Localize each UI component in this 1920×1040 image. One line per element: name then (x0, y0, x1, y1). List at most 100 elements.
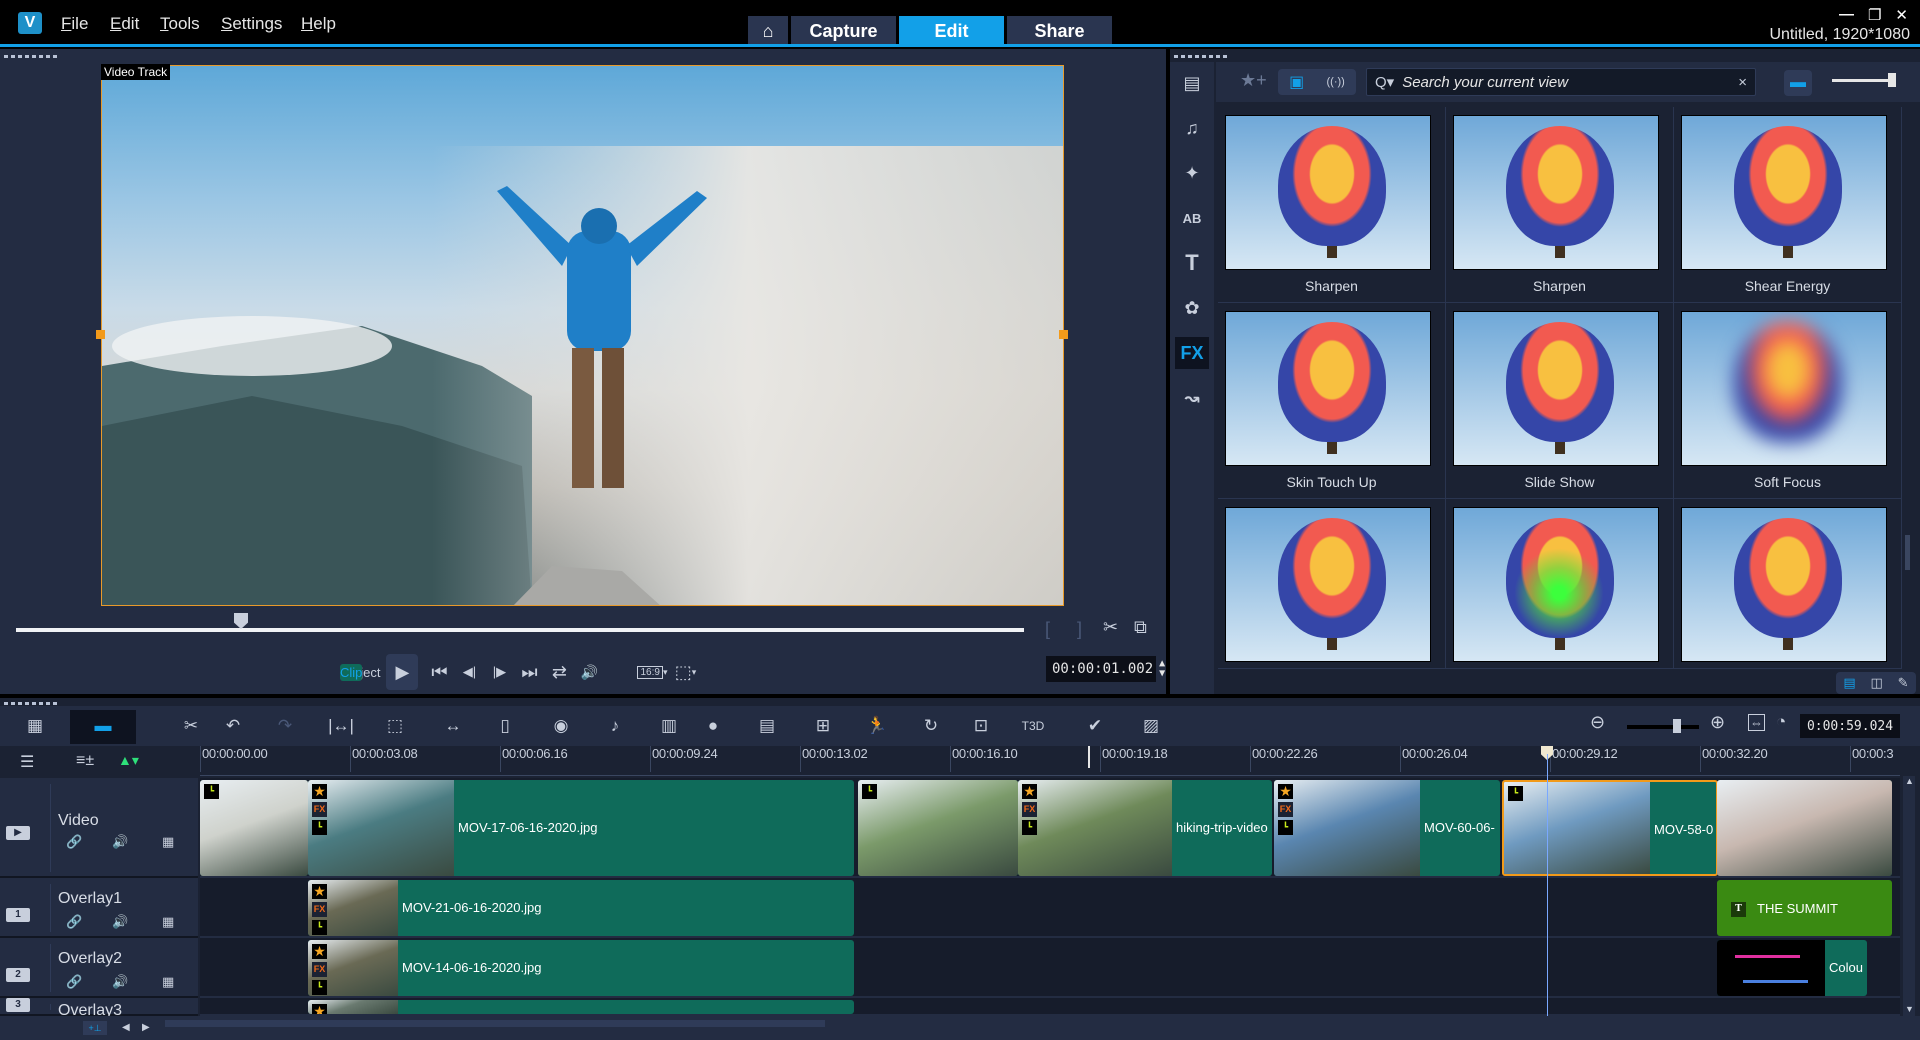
library-view-icon[interactable]: ▤ (1843, 675, 1855, 691)
snapshot-icon[interactable]: ⧉ (1134, 617, 1147, 638)
repeat-button[interactable]: ⇄ (544, 657, 574, 687)
scroll-right-button[interactable]: ▶ (142, 1022, 150, 1033)
add-track-button[interactable]: +⊥ (83, 1021, 107, 1035)
clip-mode-label[interactable]: Clip (340, 663, 363, 681)
zoom-in-icon[interactable]: ⊕ (1710, 712, 1725, 733)
preview-timecode[interactable]: 00:00:01.002 ▲ ▼ (1046, 656, 1165, 682)
library-item[interactable]: Sharpen (1218, 107, 1446, 303)
timeline-clip[interactable]: ┗ hi (858, 780, 1018, 876)
rotate-icon[interactable]: ↻ (916, 712, 946, 740)
crop-dropdown[interactable]: ⬚ ▾ (670, 657, 700, 687)
clear-search-icon[interactable]: × (1738, 74, 1747, 91)
record-icon[interactable]: ◉ (546, 712, 576, 740)
menu-help[interactable]: Help (301, 14, 336, 34)
instant-project-icon[interactable]: ✦ (1175, 157, 1209, 189)
library-item[interactable]: Shear Energy (1674, 107, 1902, 303)
undo-icon[interactable]: ↶ (218, 712, 248, 740)
timeline-clip[interactable]: ★ FX ┗ hiking-trip-video (1018, 780, 1272, 876)
thumbnail-size-slider[interactable] (1832, 79, 1896, 82)
timeline-clip[interactable] (1717, 780, 1892, 876)
split-icon[interactable]: ↔ (438, 712, 468, 740)
scroll-up-icon[interactable]: ▲ (1905, 776, 1914, 786)
media-icon[interactable]: ▤ (1175, 67, 1209, 99)
library-item[interactable] (1674, 499, 1902, 669)
search-input[interactable]: Q▾ Search your current view × (1366, 68, 1756, 96)
timeline-clip[interactable]: ★ FX ┗ MOV-60-06- (1274, 780, 1500, 876)
video-filter-icon[interactable]: ▣ (1289, 72, 1304, 92)
add-remove-chapter-icon[interactable]: ≡± (76, 752, 94, 770)
library-item[interactable]: Skin Touch Up (1218, 303, 1446, 499)
timeline-clip[interactable]: ┗ (200, 780, 308, 876)
add-favorite-icon[interactable]: ★+ (1240, 70, 1267, 91)
panel-grip[interactable] (1174, 55, 1227, 59)
fit-project-icon[interactable]: ⇔ (1748, 714, 1765, 731)
play-button[interactable]: ▶ (386, 654, 419, 690)
subtitle-icon[interactable]: ▤ (752, 712, 782, 740)
go-to-start-button[interactable]: ⏮ (424, 657, 454, 687)
playhead[interactable] (1547, 754, 1548, 1016)
timeline-vertical-scrollbar[interactable] (1903, 776, 1915, 1016)
timeline-zoom-knob[interactable] (1673, 719, 1681, 733)
split-clip-icon[interactable]: ✂ (1103, 617, 1118, 638)
previous-frame-button[interactable]: ◀| (454, 657, 484, 687)
track-row-overlay1[interactable]: ★ FX ┗ MOV-21-06-16-2020.jpg T THE SUMMIT (200, 878, 1900, 938)
video-preview[interactable] (101, 65, 1064, 606)
transition-icon[interactable]: AB (1175, 202, 1209, 234)
transparency-icon[interactable]: ▦ (162, 834, 174, 850)
timeline-zoom-slider[interactable] (1627, 725, 1699, 729)
audio-mixer-icon[interactable]: ♪ (600, 712, 630, 740)
tab-home[interactable]: ⌂ (748, 16, 788, 46)
timeline-clip[interactable]: ┗ MOV-58-0 (1502, 780, 1718, 876)
mark-in-button[interactable]: [ (1045, 619, 1050, 640)
tab-edit[interactable]: Edit (899, 16, 1004, 46)
title-clip[interactable]: T THE SUMMIT (1717, 880, 1892, 936)
library-item[interactable]: Sharpen (1446, 107, 1674, 303)
track-header-overlay2[interactable]: 2 Overlay2 🔗 🔊 ▦ (0, 938, 198, 998)
track-icon[interactable]: ⊡ (966, 712, 996, 740)
split-screen-icon[interactable]: ⊞ (808, 712, 838, 740)
timecode-stepper-icon[interactable]: ▲ ▼ (1159, 659, 1165, 679)
resize-icon[interactable]: ⬚ (380, 712, 410, 740)
library-item[interactable]: Soft Focus (1674, 303, 1902, 499)
redo-icon[interactable]: ↷ (270, 712, 300, 740)
storyboard-view-icon[interactable]: ▦ (20, 712, 50, 740)
mute-icon[interactable]: 🔊 (112, 834, 128, 850)
mark-out-button[interactable]: ] (1077, 619, 1082, 640)
menu-edit[interactable]: Edit (110, 14, 139, 34)
project-clip-toggle[interactable]: Project Clip (340, 663, 380, 681)
track-row-overlay3[interactable]: ★ (200, 998, 1900, 1016)
timeline-horizontal-scrollbar[interactable] (165, 1020, 825, 1027)
library-item[interactable]: Slide Show (1446, 303, 1674, 499)
path-icon[interactable]: ↝ (1175, 382, 1209, 414)
timeline-clip[interactable]: ★ (308, 1000, 854, 1014)
scroll-left-button[interactable]: ◀ (122, 1022, 130, 1033)
panel-grip[interactable] (4, 55, 57, 59)
graphics-icon[interactable]: ✿ (1175, 292, 1209, 324)
tab-capture[interactable]: Capture (791, 16, 896, 46)
mute-icon[interactable]: 🔊 (112, 914, 128, 930)
minimize-button[interactable]: — (1839, 6, 1854, 24)
timeline-clip[interactable]: ★ FX ┗ MOV-21-06-16-2020.jpg (308, 880, 854, 936)
timeline-clip[interactable]: ★ FX ┗ MOV-17-06-16-2020.jpg (308, 780, 854, 876)
multicam-icon[interactable]: ▥ (654, 712, 684, 740)
audio-filter-icon[interactable]: ((·)) (1327, 76, 1345, 88)
close-button[interactable]: ✕ (1895, 6, 1908, 24)
track-row-video[interactable]: ┗ ★FX┗ MOV-17-06-16-2020.jpg┗ hi★FX┗ hik… (200, 778, 1900, 878)
timeline-view-icon[interactable]: ▬ (88, 712, 118, 740)
chapter-marker-dropdown[interactable]: ▲▾ (118, 752, 139, 769)
motion-icon[interactable]: 🏃 (862, 712, 892, 740)
track-manager-icon[interactable]: ☰ (20, 752, 34, 772)
fx-icon[interactable]: FX (1175, 337, 1209, 369)
audio-icon[interactable]: ♫ (1175, 112, 1209, 144)
resize-handle-right[interactable] (1059, 330, 1068, 339)
timeline-ruler[interactable] (200, 746, 1900, 776)
library-scrollbar[interactable] (1905, 535, 1910, 570)
graphic-clip[interactable]: Colou (1717, 940, 1867, 996)
transparency-icon[interactable]: ▦ (162, 974, 174, 990)
link-icon[interactable]: 🔗 (66, 834, 82, 850)
tools-icon[interactable]: ✂ (176, 712, 206, 740)
3d-title-icon[interactable]: T3D (1018, 712, 1048, 740)
library-item[interactable] (1218, 499, 1446, 669)
link-icon[interactable]: 🔗 (66, 974, 82, 990)
go-to-end-button[interactable]: ⏭ (514, 657, 544, 687)
